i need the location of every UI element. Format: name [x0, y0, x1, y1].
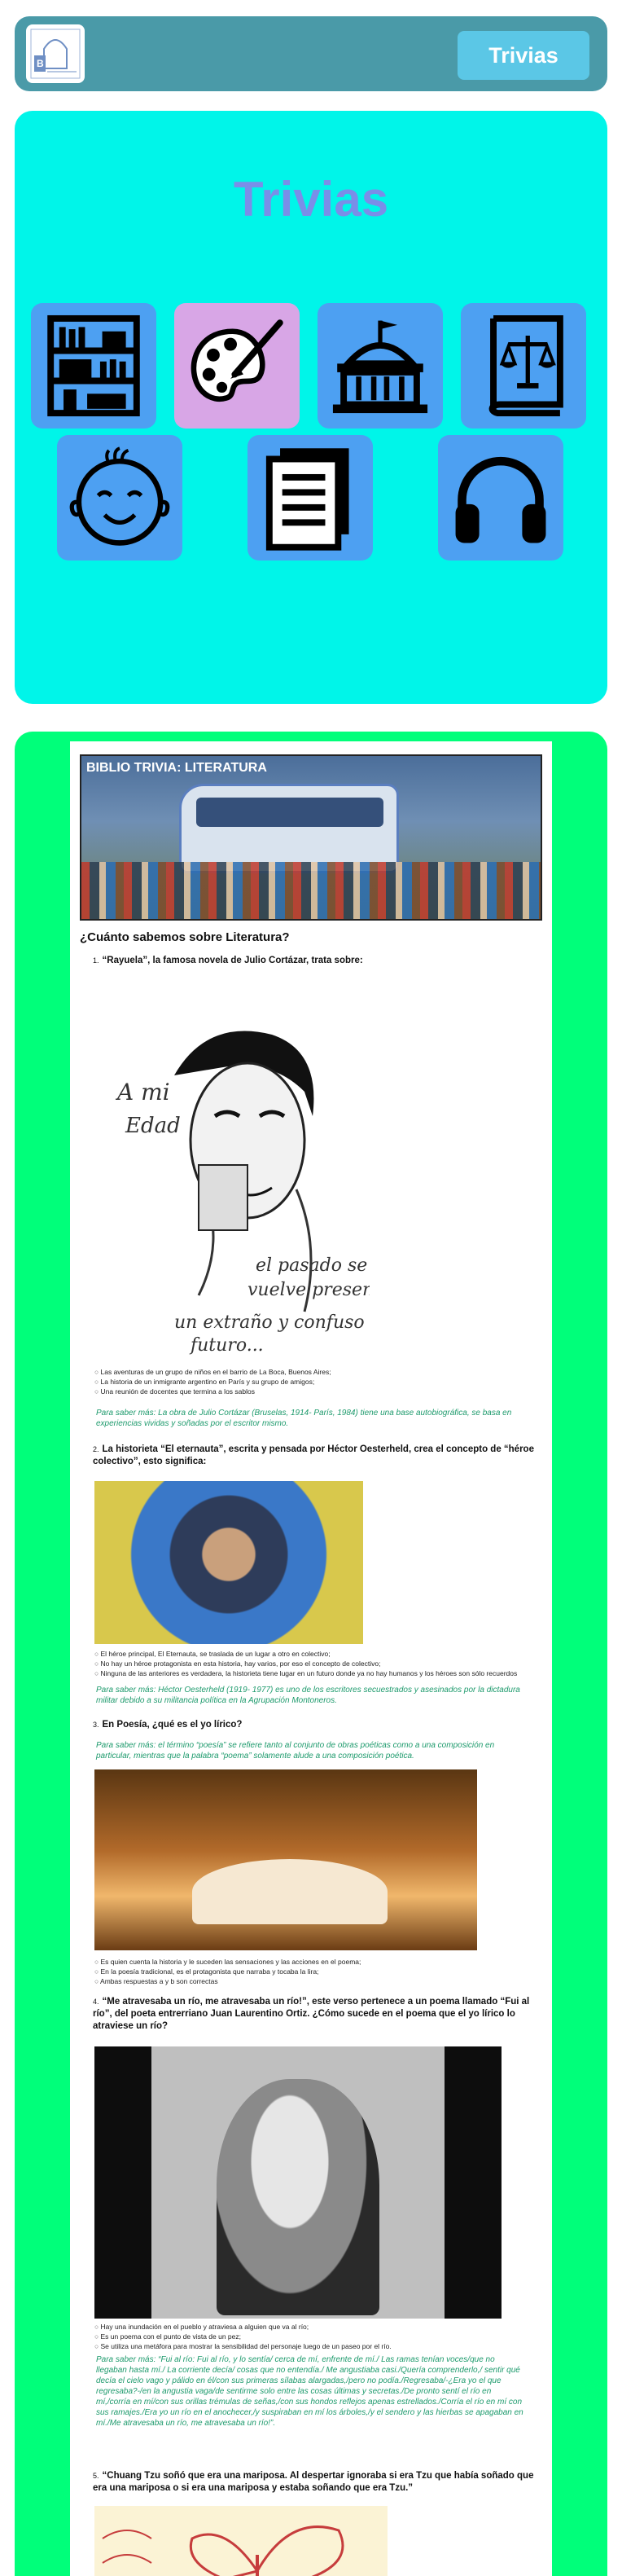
bus-illustration [179, 784, 399, 873]
category-art-tile[interactable] [174, 303, 300, 429]
question-2: 2. La historieta “El eternauta”, escrita … [93, 1444, 534, 1466]
question-4: 4. “Me atravesaba un río, me atravesaba u… [93, 1997, 530, 2031]
bookshelf-icon [47, 314, 140, 417]
option[interactable]: Ambas respuestas a y b son correctas [94, 1976, 534, 1986]
banner-title: BIBLIO TRIVIA: LITERATURA [86, 761, 267, 775]
question-3-note: Para saber más: el término “poesía” se r… [96, 1741, 495, 1761]
option[interactable]: La historia de un inmigrante argentino e… [94, 1377, 534, 1387]
law-book-icon [488, 314, 563, 417]
option[interactable]: El héroe principal, El Eternauta, se tra… [94, 1649, 534, 1659]
trivias-title: Trivias [233, 172, 389, 226]
category-audio-tile[interactable] [438, 435, 563, 560]
question-4-note: Para saber más: “Fui al río: Fui al río,… [96, 2355, 523, 2428]
eternauta-image [94, 1481, 363, 1644]
banner-image: BIBLIO TRIVIA: LITERATURA [80, 754, 542, 921]
svg-text:B: B [37, 58, 44, 69]
option[interactable]: No hay un héroe protagonista en esta his… [94, 1659, 534, 1668]
site-logo[interactable]: B [26, 24, 85, 83]
trivias-section: Trivias [15, 111, 607, 704]
open-book-image [94, 1769, 477, 1950]
svg-text:Edad: Edad [125, 1114, 181, 1138]
svg-text:un extraño y confuso: un extraño y confuso [174, 1312, 365, 1333]
question-5: 5. “Chuang Tzu soñó que era una mariposa.… [93, 2471, 534, 2493]
chuang-tzu-butterfly-image [94, 2506, 388, 2576]
question-1: 1. “Rayuela”, la famosa novela de Julio C… [93, 956, 363, 965]
question-2-note: Para saber más: Héctor Oesterheld (1919-… [96, 1686, 520, 1705]
category-history-tile[interactable] [318, 303, 443, 429]
question-1-options: Las aventuras de un grupo de niños en el… [94, 1367, 534, 1396]
trivia-article: BIBLIO TRIVIA: LITERATURA ¿Cuánto sabemo… [70, 741, 552, 2576]
option[interactable]: Ninguna de las anteriores es verdadera, … [94, 1668, 534, 1678]
option[interactable]: Las aventuras de un grupo de niños en el… [94, 1367, 534, 1377]
cortazar-portrait-image: A mi Edad el pasado se vuelve presente u… [109, 1002, 392, 1361]
trivia-article-section: BIBLIO TRIVIA: LITERATURA ¿Cuánto sabemo… [15, 732, 607, 2576]
question-1-note: Para saber más: La obra de Julio Cortáza… [96, 1409, 512, 1428]
option[interactable]: Hay una inundación en el pueblo y atravi… [94, 2322, 534, 2332]
trivias-nav-button[interactable]: Trivias [458, 31, 589, 80]
juan-l-ortiz-portrait-image [94, 2046, 502, 2319]
option[interactable]: Se utiliza una metáfora para mostrar la … [94, 2341, 534, 2351]
option[interactable]: Es un poema con el punto de vista de un … [94, 2332, 534, 2341]
category-documents-tile[interactable] [247, 435, 373, 560]
category-children-tile[interactable] [57, 435, 182, 560]
category-library-tile[interactable] [31, 303, 156, 429]
document-icon [265, 448, 349, 551]
option[interactable]: Una reunión de docentes que termina a lo… [94, 1387, 534, 1396]
headphones-icon [455, 456, 546, 543]
question-4-options: Hay una inundación en el pueblo y atravi… [94, 2322, 534, 2351]
option[interactable]: En la poesía tradicional, es el protagon… [94, 1967, 534, 1976]
option[interactable]: Es quien cuenta la historia y le suceden… [94, 1957, 534, 1967]
palette-icon [191, 319, 283, 402]
category-law-tile[interactable] [461, 303, 586, 429]
svg-text:futuro...: futuro... [189, 1335, 264, 1356]
question-2-options: El héroe principal, El Eternauta, se tra… [94, 1649, 534, 1678]
capitol-building-icon [332, 320, 428, 414]
svg-text:A mi: A mi [115, 1079, 170, 1106]
svg-text:vuelve presente: vuelve presente [247, 1280, 370, 1300]
question-3-options: Es quien cuenta la historia y le suceden… [94, 1957, 534, 1986]
article-heading: ¿Cuánto sabemos sobre Literatura? [80, 930, 290, 944]
site-header: B Trivias [15, 16, 607, 91]
question-3: 3. En Poesía, ¿qué es el yo lírico? [93, 1720, 243, 1730]
baby-face-icon [69, 446, 170, 546]
svg-text:el pasado se: el pasado se [256, 1255, 367, 1276]
